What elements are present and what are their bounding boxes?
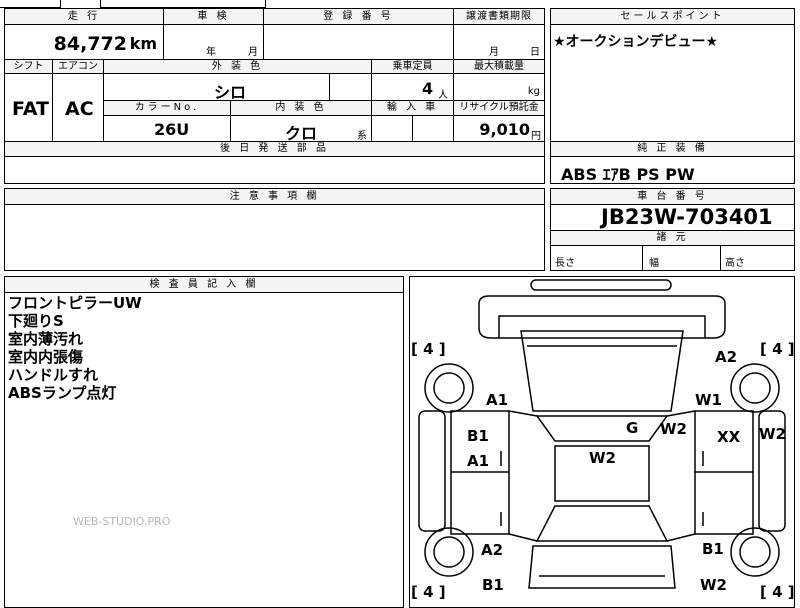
- import-cell-right: [412, 115, 454, 142]
- max-load-unit: kg: [527, 86, 540, 97]
- caution-header: 注 意 事 項 欄: [4, 188, 545, 205]
- aircon-cell: AC: [52, 73, 104, 142]
- caution-cell: [4, 204, 545, 271]
- transfer-cell: 月 日: [453, 24, 545, 60]
- import-header: 輸 入 車: [371, 100, 454, 116]
- inspection-month-unit: 月: [248, 47, 258, 58]
- equipment-header: 純 正 装 備: [550, 141, 795, 157]
- inspector-note: ABSランプ点灯: [8, 384, 117, 402]
- sales-point-header: セールスポイント: [550, 8, 795, 25]
- damage-mark: W2: [700, 576, 727, 594]
- shift-value: FAT: [12, 98, 49, 120]
- import-cell-left: [371, 115, 413, 142]
- color-no-value: 26U: [154, 120, 190, 139]
- aircon-value: AC: [65, 98, 94, 120]
- capacity-value: 4: [422, 79, 434, 98]
- capacity-unit: 人: [438, 90, 448, 101]
- inspector-notes: フロントピラーUW 下廻りS 室内薄汚れ 室内内張傷 ハンドルすれ ABSランプ…: [8, 294, 142, 402]
- registration-cell: [263, 24, 454, 60]
- chassis-value: JB23W-703401: [601, 205, 773, 229]
- aircon-header: エアコン: [52, 59, 104, 74]
- recycle-value: 9,010: [479, 120, 530, 139]
- length-label: 長さ: [555, 258, 575, 269]
- height-cell: 高さ: [720, 245, 795, 271]
- sales-point-cell: ★オークションデビュー★: [550, 24, 795, 142]
- mileage-unit: km: [129, 34, 157, 53]
- sales-point-text: ★オークションデビュー★: [553, 34, 719, 50]
- dims-header: 諸 元: [550, 230, 795, 246]
- damage-mark: W2: [759, 425, 786, 443]
- interior-color-cell: クロ 系: [230, 115, 372, 143]
- interior-color-suffix: 系: [357, 131, 367, 142]
- inspector-cell: フロントピラーUW 下廻りS 室内薄汚れ 室内内張傷 ハンドルすれ ABSランプ…: [4, 292, 404, 608]
- inspector-note: フロントピラーUW: [8, 294, 142, 312]
- top-left-stub: [0, 0, 61, 8]
- equipment-cell: ABS ｴｱB PS PW: [550, 156, 795, 184]
- transfer-month-unit: 月: [489, 47, 499, 58]
- tire-rear-right-label: [ 4 ]: [760, 583, 795, 601]
- shift-header: シフト: [4, 59, 53, 74]
- damage-mark: A1: [467, 452, 490, 470]
- mileage-cell: 84,772 km: [4, 24, 164, 60]
- damage-mark: B1: [702, 540, 724, 558]
- inspector-note: 室内薄汚れ: [8, 330, 84, 348]
- inspection-header: 車 検: [163, 8, 264, 25]
- length-cell: 長さ: [550, 245, 643, 271]
- width-cell: 幅: [642, 245, 721, 271]
- width-label: 幅: [649, 258, 659, 269]
- damage-mark: B1: [482, 576, 504, 594]
- inspector-note: 下廻りS: [8, 312, 64, 330]
- tire-front-left-label: [ 4 ]: [411, 340, 446, 358]
- damage-mark: B1: [467, 427, 489, 445]
- top-mid-stub: [100, 0, 266, 8]
- mileage-header: 走 行: [4, 8, 164, 25]
- later-parts-cell: [4, 156, 545, 184]
- damage-mark: A2: [715, 348, 738, 366]
- recycle-cell: 9,010 円: [453, 115, 545, 142]
- max-load-cell: kg: [453, 73, 545, 101]
- damage-mark: A2: [481, 541, 504, 559]
- max-load-header: 最大積載量: [453, 59, 545, 74]
- inspector-note: ハンドルすれ: [8, 366, 99, 384]
- exterior-color-header: 外 装 色: [103, 59, 372, 74]
- mileage-value: 84,772: [53, 33, 127, 55]
- color-no-header: カラーNo.: [103, 100, 231, 116]
- chassis-cell: JB23W-703401: [550, 204, 795, 231]
- height-label: 高さ: [725, 258, 745, 269]
- tire-front-right-label: [ 4 ]: [760, 340, 795, 358]
- damage-mark: W1: [695, 391, 722, 409]
- damage-mark: XX: [717, 428, 741, 446]
- inspection-cell: 年 月: [163, 24, 264, 60]
- registration-header: 登 録 番 号: [263, 8, 454, 25]
- shift-cell: FAT: [4, 73, 53, 142]
- inspector-header: 検 査 員 記 入 欄: [4, 276, 404, 293]
- transfer-header: 譲渡書類期限: [453, 8, 545, 25]
- recycle-header: リサイクル預託金: [453, 100, 545, 116]
- interior-color-header: 内 装 色: [230, 100, 372, 116]
- damage-mark: W2: [589, 449, 616, 467]
- color-no-cell: 26U: [103, 115, 231, 142]
- equipment-value: ABS ｴｱB PS PW: [561, 165, 695, 184]
- watermark: WEB-STUDIO.PRO: [73, 515, 171, 528]
- exterior-color-extra: [329, 73, 372, 101]
- capacity-cell: 4 人: [371, 73, 454, 101]
- damage-mark: G: [626, 419, 639, 437]
- capacity-header: 乗車定員: [371, 59, 454, 74]
- damage-mark: W2: [660, 420, 687, 438]
- exterior-color-cell: シロ: [103, 73, 330, 102]
- later-parts-header: 後 日 発 送 部 品: [4, 141, 545, 157]
- inspection-year-unit: 年: [206, 47, 216, 58]
- tire-rear-left-label: [ 4 ]: [411, 583, 446, 601]
- damage-mark: A1: [486, 391, 509, 409]
- transfer-day-unit: 日: [530, 47, 540, 58]
- inspector-note: 室内内張傷: [8, 348, 84, 366]
- recycle-unit: 円: [531, 131, 541, 142]
- chassis-header: 車 台 番 号: [550, 188, 795, 205]
